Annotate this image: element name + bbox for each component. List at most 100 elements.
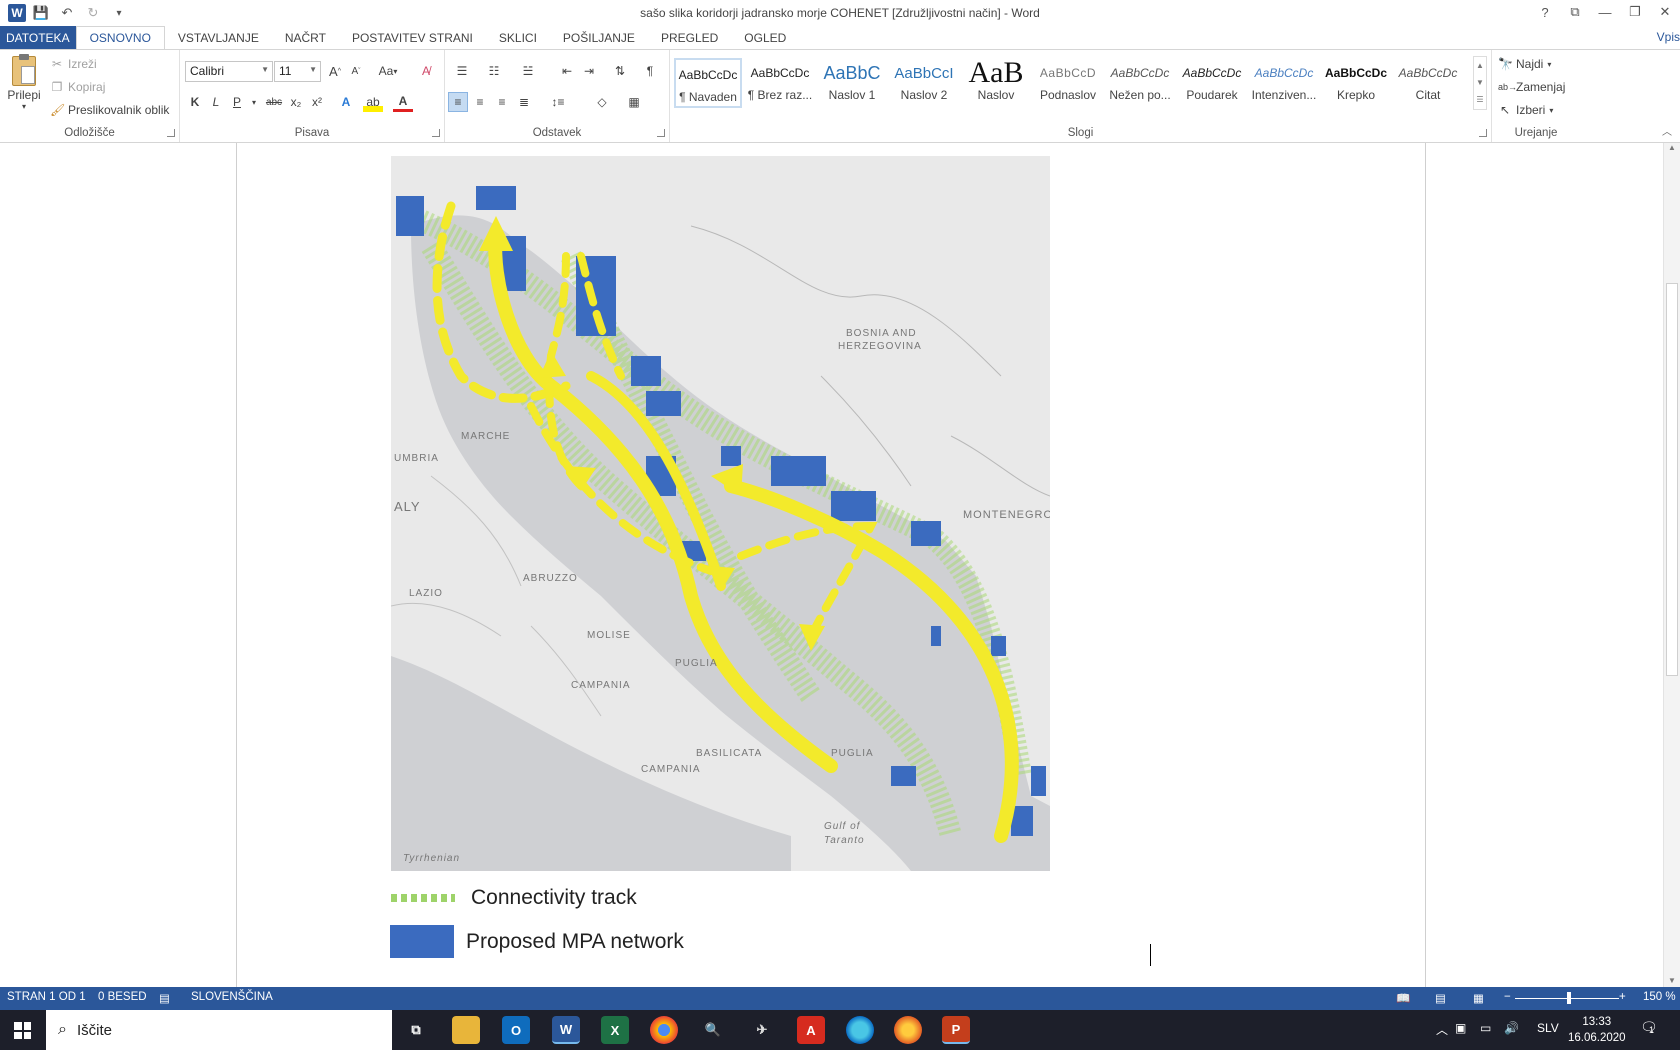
magnifier-app-icon[interactable]: 🔍 — [699, 1016, 727, 1044]
cut-button[interactable]: ✂ Izreži — [50, 57, 97, 71]
collapse-ribbon-icon[interactable]: ︿ — [1662, 123, 1672, 138]
page-count[interactable]: STRAN 1 OD 1 — [7, 991, 86, 1003]
maximize-button[interactable]: ❐ — [1620, 0, 1650, 24]
tab-page-layout[interactable]: POSTAVITEV STRANI — [339, 26, 486, 50]
scroll-thumb[interactable] — [1666, 283, 1678, 676]
vertical-scrollbar[interactable]: ▲ ▼ — [1663, 143, 1680, 987]
numbering-icon[interactable]: ☷ — [481, 61, 507, 81]
zoom-in-button[interactable]: + — [1619, 991, 1626, 1003]
outlook-icon[interactable]: O — [502, 1016, 530, 1044]
shading-icon[interactable]: ◇ — [589, 92, 615, 112]
firefox-icon[interactable] — [894, 1016, 922, 1044]
excel-icon[interactable]: X — [601, 1016, 629, 1044]
style-item[interactable]: AaBbCcDc ¶ Brez raz... — [746, 58, 814, 108]
select-button[interactable]: ↖ Izberi ▾ — [1498, 103, 1553, 117]
strikethrough-button[interactable]: abc — [264, 92, 284, 112]
map-image[interactable]: BOSNIA AND HERZEGOVINA MARCHE UMBRIA ALY… — [391, 156, 1050, 871]
grow-font-button[interactable]: A ^ — [325, 61, 345, 81]
print-layout-icon[interactable]: ▤ — [1435, 991, 1446, 1005]
zoom-out-button[interactable]: − — [1504, 991, 1511, 1003]
tab-review[interactable]: PREGLED — [648, 26, 731, 50]
sign-in-link[interactable]: Vpis — [1657, 30, 1680, 44]
tab-insert[interactable]: VSTAVLJANJE — [165, 26, 272, 50]
shrink-font-button[interactable]: Aˇ — [346, 61, 366, 81]
font-launcher[interactable] — [432, 129, 440, 137]
tray-overflow-icon[interactable]: ︿ — [1436, 1021, 1448, 1038]
superscript-button[interactable]: x² — [307, 92, 327, 112]
style-item[interactable]: AaBbC Naslov 1 — [818, 58, 886, 108]
bird-app-icon[interactable]: ✈ — [748, 1016, 776, 1044]
font-size-combo[interactable]: 11 ▼ — [274, 61, 321, 82]
tab-mailings[interactable]: POŠILJANJE — [550, 26, 648, 50]
find-button[interactable]: 🔭 Najdi ▾ — [1498, 57, 1551, 71]
styles-launcher[interactable] — [1479, 129, 1487, 137]
start-button[interactable] — [14, 1022, 31, 1039]
zoom-slider-thumb[interactable] — [1567, 992, 1571, 1004]
style-item[interactable]: AaBbCcDc ¶ Navaden — [674, 58, 742, 108]
tab-design[interactable]: NAČRT — [272, 26, 339, 50]
italic-button[interactable]: L — [206, 92, 226, 112]
justify-icon[interactable]: ≣ — [514, 92, 534, 112]
zoom-level[interactable]: 150 % — [1643, 991, 1676, 1003]
borders-icon[interactable]: ▦ — [621, 92, 647, 112]
zoom-slider[interactable] — [1515, 992, 1619, 1004]
bullets-icon[interactable]: ☰ — [449, 61, 475, 81]
underline-dropdown-icon[interactable]: ▾ — [244, 92, 264, 112]
subscript-button[interactable]: x₂ — [286, 92, 306, 112]
style-item[interactable]: AaB Naslov — [962, 58, 1030, 108]
font-color-icon[interactable]: A — [393, 92, 413, 112]
clock[interactable]: 13:33 16.06.2020 — [1568, 1014, 1626, 1046]
read-mode-icon[interactable]: 📖 — [1396, 991, 1410, 1005]
paragraph-launcher[interactable] — [657, 129, 665, 137]
align-right-icon[interactable]: ≡ — [492, 92, 512, 112]
keyboard-language[interactable]: SLV — [1537, 1021, 1559, 1035]
line-spacing-icon[interactable]: ↕≡ — [545, 92, 571, 112]
increase-indent-icon[interactable]: ⇥ — [579, 61, 599, 81]
file-explorer-icon[interactable] — [452, 1016, 480, 1044]
text-effects-icon[interactable]: A — [336, 92, 356, 112]
tab-references[interactable]: SKLICI — [486, 26, 550, 50]
style-item[interactable]: AaBbCcDc Nežen po... — [1106, 58, 1174, 108]
close-button[interactable]: ✕ — [1650, 0, 1680, 24]
notifications-button[interactable]: 🗨 1 — [1640, 1019, 1658, 1036]
network-icon[interactable]: ▭ — [1480, 1021, 1491, 1035]
style-item[interactable]: AaBbCcDc Citat — [1394, 58, 1462, 108]
paste-button[interactable]: Prilepi ▾ — [6, 54, 42, 111]
style-item[interactable]: AaBbCcDc Poudarek — [1178, 58, 1246, 108]
minimize-button[interactable]: — — [1590, 0, 1620, 24]
language-indicator[interactable]: SLOVENŠČINA — [191, 991, 273, 1003]
tab-home[interactable]: OSNOVNO — [75, 26, 165, 50]
clear-formatting-icon[interactable]: A̸ — [416, 61, 436, 81]
word-count[interactable]: 0 BESED — [98, 991, 147, 1003]
copy-button[interactable]: ❐ Kopiraj — [50, 80, 106, 94]
clipboard-launcher[interactable] — [167, 129, 175, 137]
proofing-icon[interactable]: ▤ — [159, 991, 170, 1005]
acrobat-icon[interactable]: A — [797, 1016, 825, 1044]
style-item[interactable]: AaBbCcDc Intenziven... — [1250, 58, 1318, 108]
highlight-color-icon[interactable]: ab — [363, 92, 383, 112]
document-area[interactable]: BOSNIA AND HERZEGOVINA MARCHE UMBRIA ALY… — [0, 143, 1663, 987]
powerpoint-icon[interactable]: P — [942, 1016, 970, 1044]
task-view-icon[interactable]: ⧉ — [402, 1016, 430, 1044]
align-center-icon[interactable]: ≡ — [470, 92, 490, 112]
tab-file[interactable]: DATOTEKA — [0, 26, 76, 50]
style-item[interactable]: AaBbCcDc Krepko — [1322, 58, 1390, 108]
volume-icon[interactable]: 🔊 — [1504, 1021, 1519, 1035]
web-layout-icon[interactable]: ▦ — [1473, 991, 1484, 1005]
tab-view[interactable]: OGLED — [731, 26, 799, 50]
change-case-button[interactable]: Aa ▾ — [374, 61, 402, 81]
bold-button[interactable]: K — [185, 92, 205, 112]
taskbar-search[interactable]: ⌕ Iščite — [46, 1010, 392, 1050]
gallery-scroll[interactable]: ▲ ▼ ☰ — [1473, 56, 1487, 110]
tray-app-icon[interactable]: ▣ — [1455, 1021, 1466, 1035]
replace-button[interactable]: ab→ Zamenjaj — [1498, 80, 1565, 94]
style-item[interactable]: AaBbCcI Naslov 2 — [890, 58, 958, 108]
style-item[interactable]: AaBbCcD Podnaslov — [1034, 58, 1102, 108]
chrome-icon[interactable] — [650, 1016, 678, 1044]
decrease-indent-icon[interactable]: ⇤ — [557, 61, 577, 81]
sort-icon[interactable]: ⇅ — [610, 61, 630, 81]
help-button[interactable]: ? — [1530, 0, 1560, 24]
multilevel-list-icon[interactable]: ☱ — [515, 61, 541, 81]
show-marks-button[interactable]: ¶ — [640, 61, 660, 81]
format-painter-button[interactable]: 🖌 Preslikovalnik oblik — [50, 103, 169, 117]
